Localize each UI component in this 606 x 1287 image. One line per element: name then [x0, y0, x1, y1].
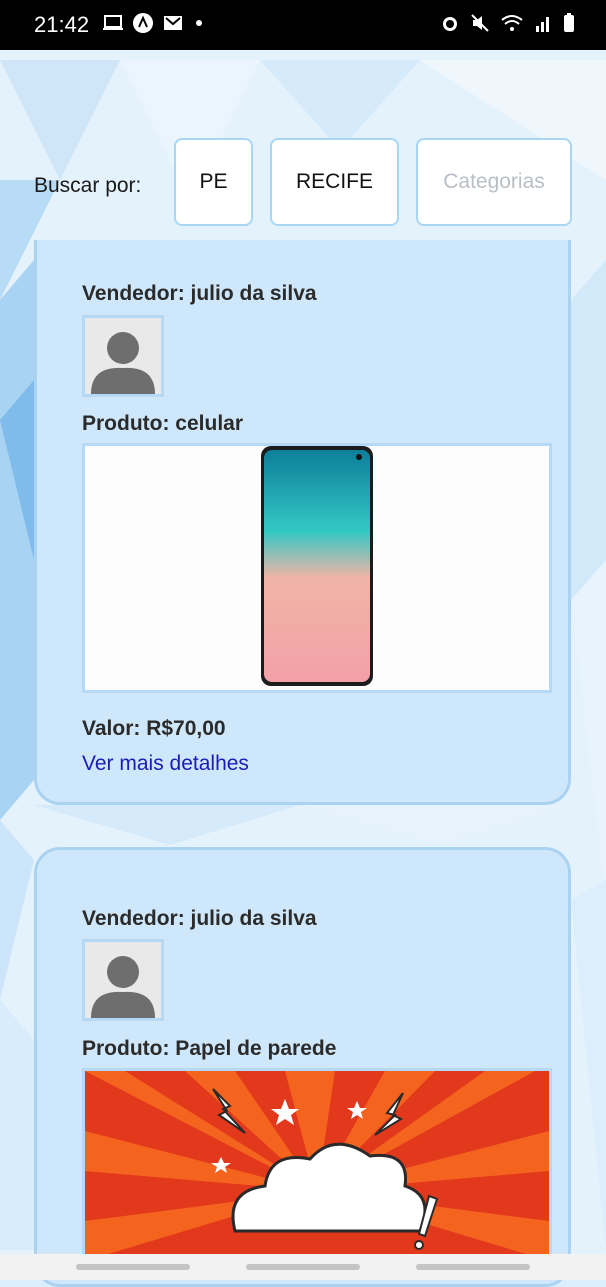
seller-name: Vendedor: julio da silva: [82, 282, 317, 305]
state-select[interactable]: PE: [174, 138, 253, 226]
laptop-icon: [103, 15, 123, 30]
product-name: Produto: celular: [82, 412, 244, 435]
search-filter-bar: Buscar por: PE RECIFE Categorias: [0, 138, 606, 230]
dot-icon: [196, 20, 202, 26]
system-navigation-bar: [0, 1254, 606, 1280]
status-bar: 21:42: [0, 0, 606, 50]
city-select[interactable]: RECIFE: [270, 138, 399, 226]
mute-icon: [471, 14, 489, 32]
android-icon: [133, 13, 153, 33]
listing-card: Vendedor: julio da silva Produto: celula…: [34, 240, 571, 805]
seller-name: Vendedor: julio da silva: [82, 907, 317, 930]
battery-icon: [564, 13, 574, 32]
city-value: RECIFE: [295, 170, 373, 193]
seller-avatar: [82, 939, 164, 1021]
user-avatar-icon: [85, 942, 161, 1018]
category-select[interactable]: Categorias: [416, 138, 572, 226]
state-value: PE: [199, 170, 228, 193]
category-placeholder: Categorias: [443, 170, 545, 193]
product-image[interactable]: [82, 443, 552, 693]
product-image[interactable]: [82, 1068, 552, 1268]
nav-recent-apps[interactable]: [76, 1264, 190, 1270]
signal-icon: [536, 17, 549, 32]
comic-explosion-image: [85, 1071, 549, 1265]
listing-card: Vendedor: julio da silva Produto: Papel …: [34, 847, 571, 1287]
filter-label: Buscar por:: [34, 174, 142, 197]
alarm-icon: [443, 17, 457, 31]
price: Valor: R$70,00: [82, 717, 226, 740]
gmail-icon: [164, 16, 182, 30]
nav-back[interactable]: [416, 1264, 530, 1270]
smartphone-image: [261, 446, 373, 686]
status-time: 21:42: [34, 12, 90, 37]
details-link[interactable]: Ver mais detalhes: [82, 752, 249, 776]
wifi-icon: [501, 15, 523, 31]
user-avatar-icon: [85, 318, 161, 394]
seller-avatar: [82, 315, 164, 397]
product-name: Produto: Papel de parede: [82, 1037, 337, 1060]
nav-home[interactable]: [246, 1264, 360, 1270]
